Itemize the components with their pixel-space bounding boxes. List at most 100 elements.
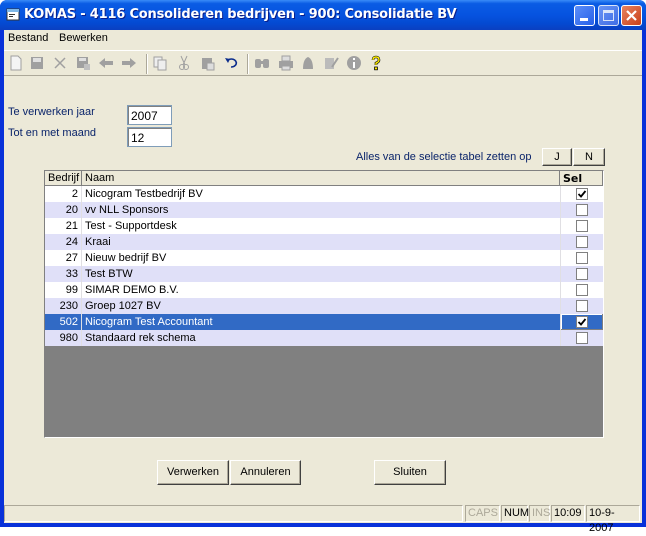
select-checkbox[interactable] bbox=[576, 332, 588, 344]
cell-bedrijf: 99 bbox=[45, 282, 82, 298]
save-as-icon[interactable] bbox=[75, 55, 91, 71]
cell-sel bbox=[560, 218, 603, 234]
table-row[interactable]: 99 SIMAR DEMO B.V. bbox=[45, 282, 603, 298]
cell-bedrijf: 230 bbox=[45, 298, 82, 314]
table-header: Bedrijf Naam Sel bbox=[45, 171, 603, 186]
cut-icon[interactable] bbox=[176, 55, 192, 71]
cell-bedrijf: 24 bbox=[45, 234, 82, 250]
table-row[interactable]: 230 Groep 1027 BV bbox=[45, 298, 603, 314]
minimize-icon bbox=[580, 18, 588, 21]
select-all-yes-button[interactable]: J bbox=[542, 148, 572, 166]
company-table: Bedrijf Naam Sel 2 Nicogram Testbedrijf B… bbox=[44, 170, 604, 438]
select-checkbox[interactable] bbox=[576, 284, 588, 296]
month-label: Tot en met maand bbox=[8, 127, 97, 139]
cell-bedrijf: 2 bbox=[45, 186, 82, 202]
cell-naam: SIMAR DEMO B.V. bbox=[85, 284, 179, 296]
cell-sel bbox=[560, 234, 603, 250]
cell-sel bbox=[560, 186, 603, 202]
status-bar: CAPS NUM INS 10:09 10-9-2007 bbox=[4, 502, 642, 534]
status-num: NUM bbox=[501, 505, 529, 522]
table-row[interactable]: 24 Kraai bbox=[45, 234, 603, 250]
checkmark-icon bbox=[577, 190, 587, 198]
cell-sel bbox=[560, 202, 603, 218]
status-date: 10-9-2007 bbox=[586, 505, 640, 534]
cell-sel bbox=[560, 330, 603, 346]
app-window: KOMAS - 4116 Consolideren bedrijven - 90… bbox=[0, 0, 646, 534]
copy-icon[interactable] bbox=[152, 55, 168, 71]
undo-icon[interactable] bbox=[223, 55, 239, 71]
select-checkbox[interactable] bbox=[576, 268, 588, 280]
new-icon[interactable] bbox=[8, 55, 24, 71]
window-title: KOMAS - 4116 Consolideren bedrijven - 90… bbox=[24, 7, 457, 22]
maximize-icon bbox=[603, 10, 614, 21]
table-row[interactable]: 27 Nieuw bedrijf BV bbox=[45, 250, 603, 266]
table-row[interactable]: 33 Test BTW bbox=[45, 266, 603, 282]
cell-naam: vv NLL Sponsors bbox=[85, 204, 169, 216]
column-header-sel[interactable]: Sel bbox=[560, 171, 603, 186]
paste-icon[interactable] bbox=[200, 55, 216, 71]
table-row[interactable]: 20 vv NLL Sponsors bbox=[45, 202, 603, 218]
select-checkbox[interactable] bbox=[576, 316, 588, 328]
cell-naam: Nicogram Testbedrijf BV bbox=[85, 188, 203, 200]
cell-naam: Test - Supportdesk bbox=[85, 220, 177, 232]
sluiten-button[interactable]: Sluiten bbox=[374, 460, 446, 485]
cell-bedrijf: 502 bbox=[45, 314, 82, 330]
select-checkbox[interactable] bbox=[576, 300, 588, 312]
table-row[interactable]: 2 Nicogram Testbedrijf BV bbox=[45, 186, 603, 202]
toolbar-separator bbox=[247, 54, 249, 74]
select-checkbox[interactable] bbox=[576, 188, 588, 200]
cell-sel bbox=[560, 250, 603, 266]
menu-bewerken[interactable]: Bewerken bbox=[59, 32, 108, 44]
column-header-bedrijf[interactable]: Bedrijf bbox=[45, 171, 82, 186]
cell-naam: Test BTW bbox=[85, 268, 133, 280]
toolbar-separator bbox=[146, 54, 148, 74]
cell-bedrijf: 33 bbox=[45, 266, 82, 282]
status-ins: INS bbox=[529, 505, 550, 522]
table-row[interactable]: 502 Nicogram Test Accountant bbox=[45, 314, 603, 330]
cell-bedrijf: 980 bbox=[45, 330, 82, 346]
close-icon bbox=[626, 10, 637, 21]
menu-bestand[interactable]: Bestand bbox=[8, 32, 48, 44]
select-checkbox[interactable] bbox=[576, 252, 588, 264]
column-header-naam[interactable]: Naam bbox=[82, 171, 560, 186]
verwerken-button[interactable]: Verwerken bbox=[157, 460, 229, 485]
minimize-button[interactable] bbox=[574, 5, 595, 26]
cell-sel bbox=[560, 298, 603, 314]
client-area: Bestand Bewerken Te verwerken jaar 2007 bbox=[4, 30, 642, 534]
month-input[interactable]: 12 bbox=[127, 127, 172, 147]
select-all-label: Alles van de selectie tabel zetten op bbox=[356, 151, 532, 163]
cell-bedrijf: 20 bbox=[45, 202, 82, 218]
find-icon[interactable] bbox=[254, 55, 270, 71]
close-button[interactable] bbox=[621, 5, 642, 26]
back-icon[interactable] bbox=[98, 55, 114, 71]
cell-bedrijf: 21 bbox=[45, 218, 82, 234]
year-input[interactable]: 2007 bbox=[127, 105, 172, 125]
title-bar[interactable]: KOMAS - 4116 Consolideren bedrijven - 90… bbox=[0, 0, 646, 30]
forward-icon[interactable] bbox=[121, 55, 137, 71]
cell-sel bbox=[560, 266, 603, 282]
save-icon[interactable] bbox=[29, 55, 45, 71]
delete-icon[interactable] bbox=[52, 55, 68, 71]
table-row[interactable]: 980 Standaard rek schema bbox=[45, 330, 603, 346]
year-label: Te verwerken jaar bbox=[8, 106, 95, 118]
checkmark-icon bbox=[577, 318, 587, 326]
select-checkbox[interactable] bbox=[576, 236, 588, 248]
edit-icon[interactable] bbox=[323, 55, 339, 71]
toolbar bbox=[4, 50, 642, 76]
select-checkbox[interactable] bbox=[576, 204, 588, 216]
cell-naam: Kraai bbox=[85, 236, 111, 248]
info-icon[interactable] bbox=[346, 55, 362, 71]
table-row[interactable]: 21 Test - Supportdesk bbox=[45, 218, 603, 234]
cell-sel bbox=[560, 314, 603, 330]
select-checkbox[interactable] bbox=[576, 220, 588, 232]
status-caps: CAPS bbox=[465, 505, 500, 522]
app-icon bbox=[6, 8, 20, 21]
select-all-no-button[interactable]: N bbox=[573, 148, 605, 166]
annuleren-button[interactable]: Annuleren bbox=[230, 460, 301, 485]
print-icon[interactable] bbox=[278, 55, 294, 71]
help-icon[interactable] bbox=[368, 55, 384, 71]
status-message bbox=[4, 505, 463, 522]
status-time: 10:09 bbox=[551, 505, 585, 522]
maximize-button[interactable] bbox=[598, 5, 619, 26]
bell-icon[interactable] bbox=[300, 55, 316, 71]
